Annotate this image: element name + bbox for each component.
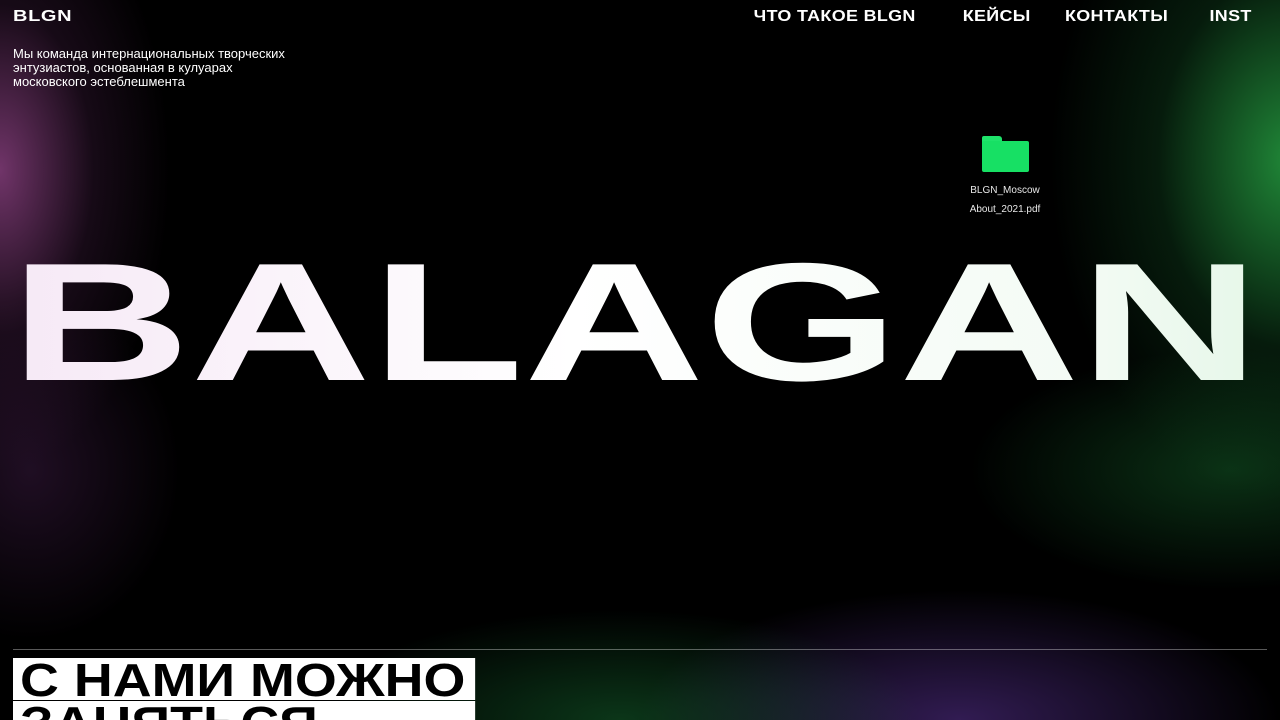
nav-link-contacts[interactable]: КОНТАКТЫ — [1065, 8, 1168, 26]
nav-link-what-is-blgn[interactable]: ЧТО ТАКОЕ BLGN — [754, 8, 916, 26]
file-name-line: About_2021.pdf — [969, 204, 1041, 215]
company-tagline: Мы команда интернациональных творческих … — [13, 47, 353, 89]
hero-title-text: BALAGAN — [10, 230, 1260, 400]
file-name-line: BLGN_Moscow — [970, 185, 1040, 196]
hero-title-svg: BALAGAN — [10, 230, 1260, 400]
section-divider — [13, 649, 1267, 650]
nav-link-instagram[interactable]: INST — [1210, 8, 1252, 26]
logo-link[interactable]: BLGN — [13, 8, 72, 26]
file-name: BLGN_Moscow About_2021.pdf — [950, 181, 1060, 219]
services-heading-line: С НАМИ МОЖНО — [13, 657, 475, 703]
tagline-line: энтузиастов, основанная в кулуарах — [13, 60, 233, 75]
services-heading-line: ЗАНЯТЬСЯ — [13, 700, 475, 720]
services-heading: С НАМИ МОЖНО ЗАНЯТЬСЯ — [13, 657, 475, 720]
main-nav: ЧТО ТАКОЕ BLGN КЕЙСЫ КОНТАКТЫ INST — [754, 8, 1252, 26]
hero-title: BALAGAN — [0, 230, 1280, 400]
tagline-line: Мы команда интернациональных творческих — [13, 46, 285, 61]
folder-icon[interactable] — [981, 136, 1029, 172]
tagline-line: московского эстеблешмента — [13, 74, 185, 89]
presentation-file-download[interactable]: BLGN_Moscow About_2021.pdf — [950, 136, 1060, 219]
nav-link-cases[interactable]: КЕЙСЫ — [962, 8, 1030, 26]
